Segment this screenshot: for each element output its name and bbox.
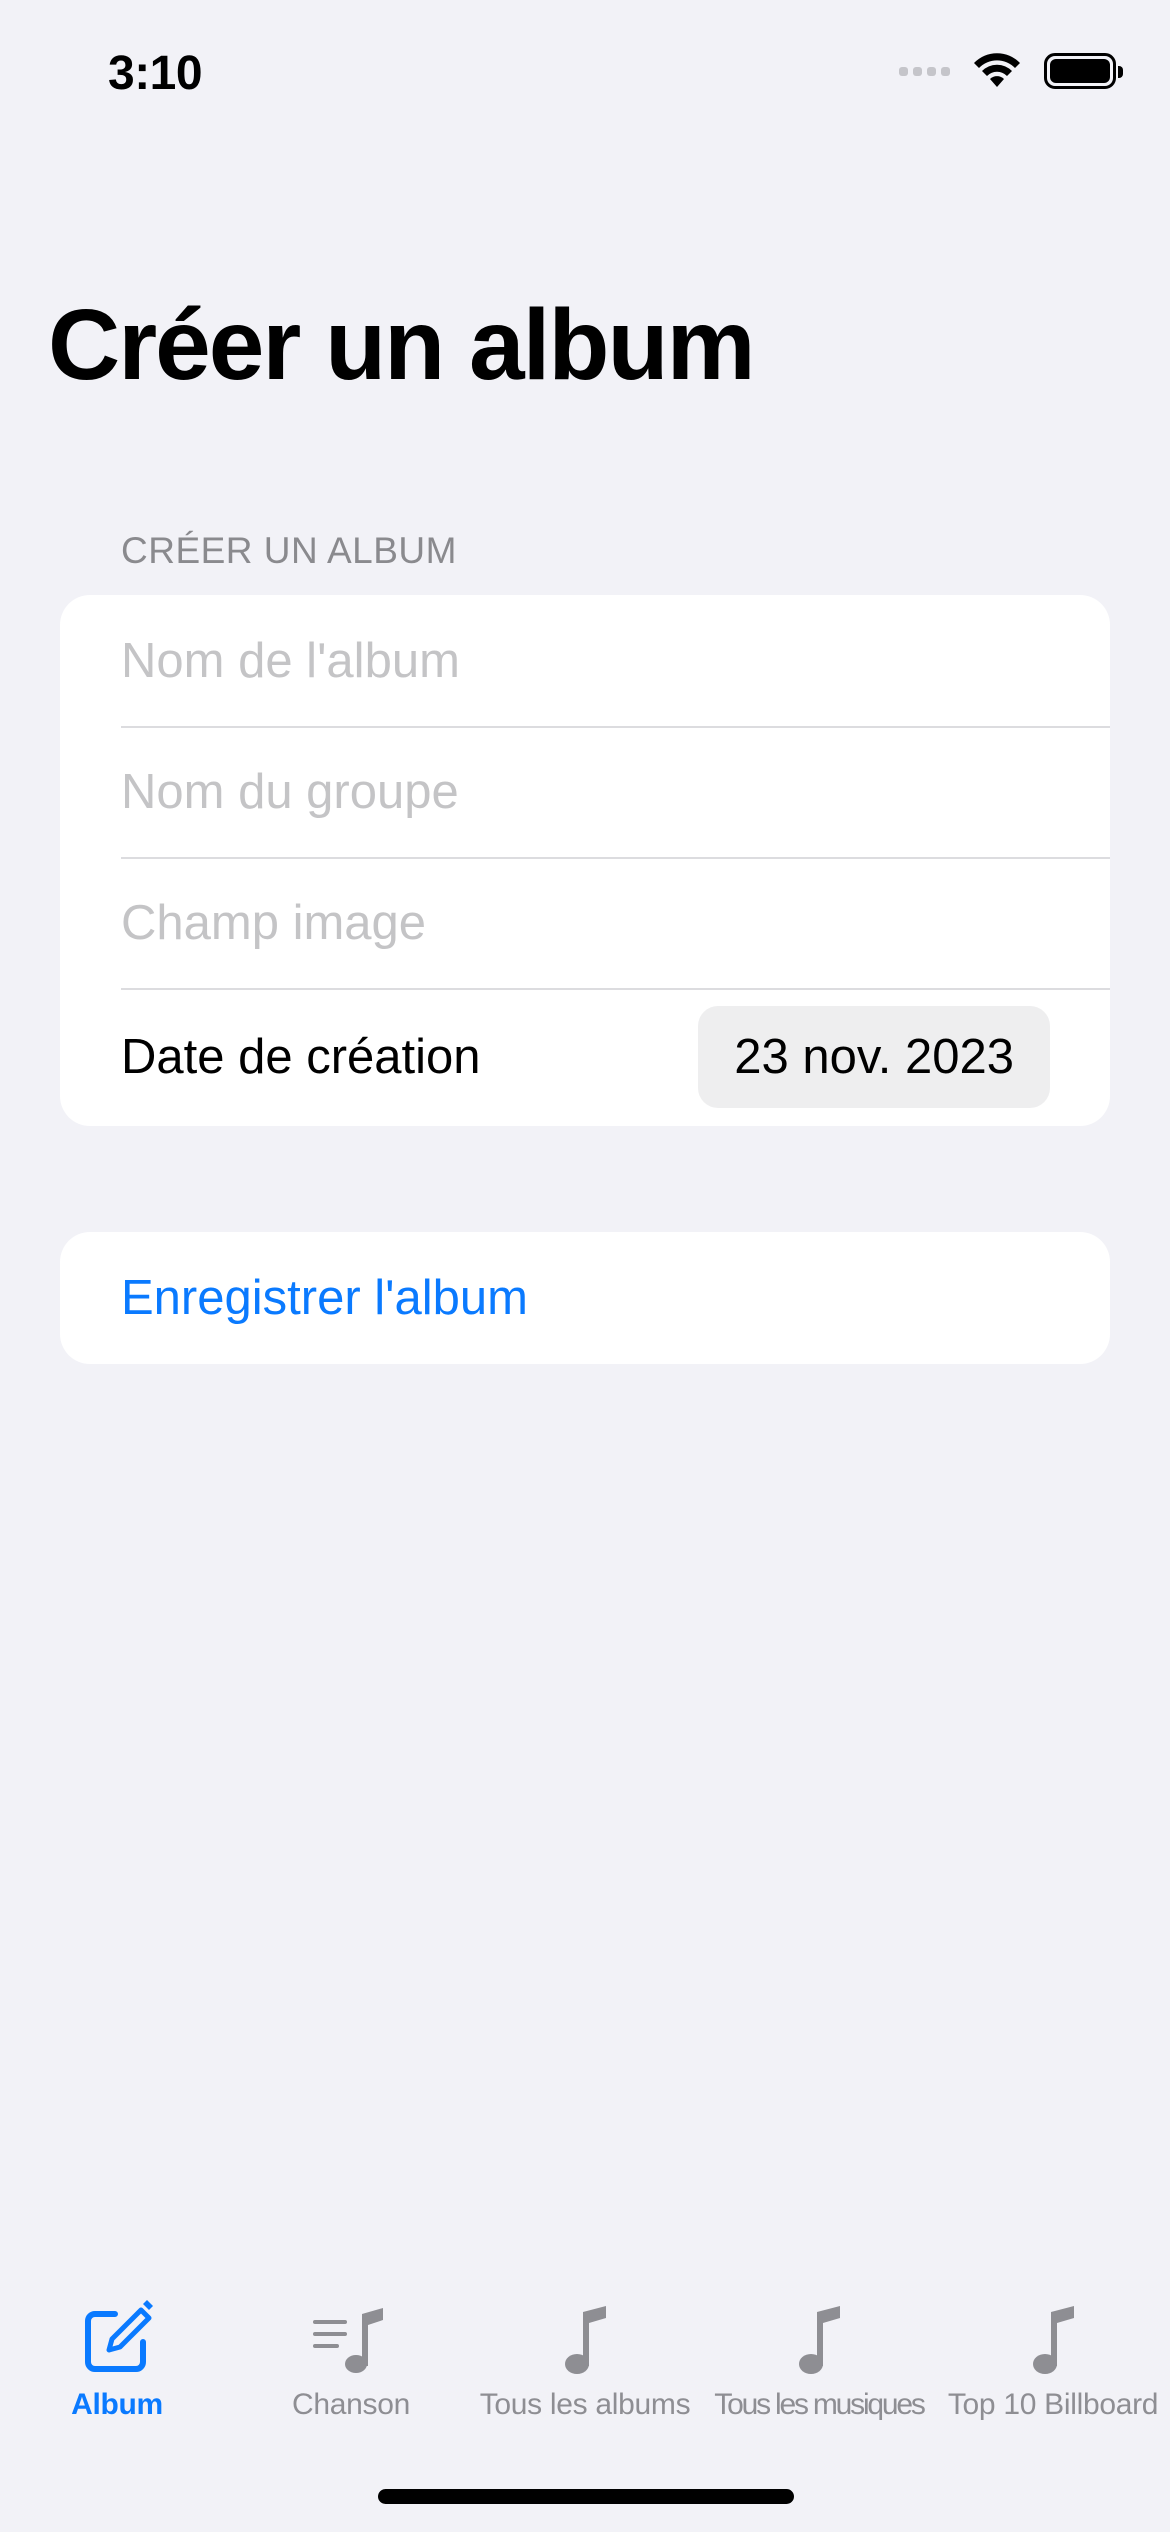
creation-date-row: Date de création 23 nov. 2023: [60, 988, 1110, 1126]
image-field-row: [60, 857, 1110, 988]
square-and-pencil-icon: [81, 2290, 153, 2376]
tab-chanson-label: Chanson: [292, 2388, 410, 2421]
music-note-icon: [1028, 2290, 1078, 2376]
tab-album[interactable]: Album: [0, 2290, 234, 2430]
battery-icon: [1044, 53, 1123, 89]
tab-tous-les-musiques-label: Tous les musiques: [714, 2388, 926, 2421]
tab-top-10-billboard[interactable]: Top 10 Billboard: [936, 2290, 1170, 2430]
page-title: Créer un album: [48, 289, 755, 401]
tab-top-10-billboard-label: Top 10 Billboard: [947, 2388, 1159, 2421]
save-album-button[interactable]: Enregistrer l'album: [60, 1232, 1110, 1364]
tab-tous-les-musiques[interactable]: Tous les musiques: [702, 2290, 936, 2430]
tab-tous-les-albums[interactable]: Tous les albums: [468, 2290, 702, 2430]
tab-album-label: Album: [71, 2388, 163, 2421]
album-name-input[interactable]: [121, 632, 1021, 689]
music-note-icon: [794, 2290, 844, 2376]
creation-date-label: Date de création: [121, 1030, 481, 1084]
album-form-card: Date de création 23 nov. 2023: [60, 595, 1110, 1126]
image-field-input[interactable]: [121, 894, 1021, 951]
save-card: Enregistrer l'album: [60, 1232, 1110, 1364]
music-note-list-icon: [311, 2290, 391, 2376]
status-icons: [899, 52, 1123, 90]
status-time: 3:10: [108, 47, 203, 100]
cellular-signal-icon: [899, 66, 950, 76]
group-name-row: [60, 726, 1110, 857]
music-note-icon: [560, 2290, 610, 2376]
tab-tous-les-albums-label: Tous les albums: [479, 2388, 691, 2421]
tab-chanson[interactable]: Chanson: [234, 2290, 468, 2430]
section-header: CRÉER UN ALBUM: [121, 530, 457, 571]
home-indicator[interactable]: [378, 2489, 794, 2504]
wifi-icon: [974, 53, 1020, 87]
group-name-input[interactable]: [121, 763, 1021, 820]
album-name-row: [60, 595, 1110, 726]
date-picker-button[interactable]: 23 nov. 2023: [698, 1006, 1050, 1108]
tab-bar: Album Chanson Tous les albums Tous les m…: [0, 2290, 1170, 2430]
screen: 3:10 Créer un album CRÉER UN ALBUM Date …: [0, 0, 1170, 2532]
